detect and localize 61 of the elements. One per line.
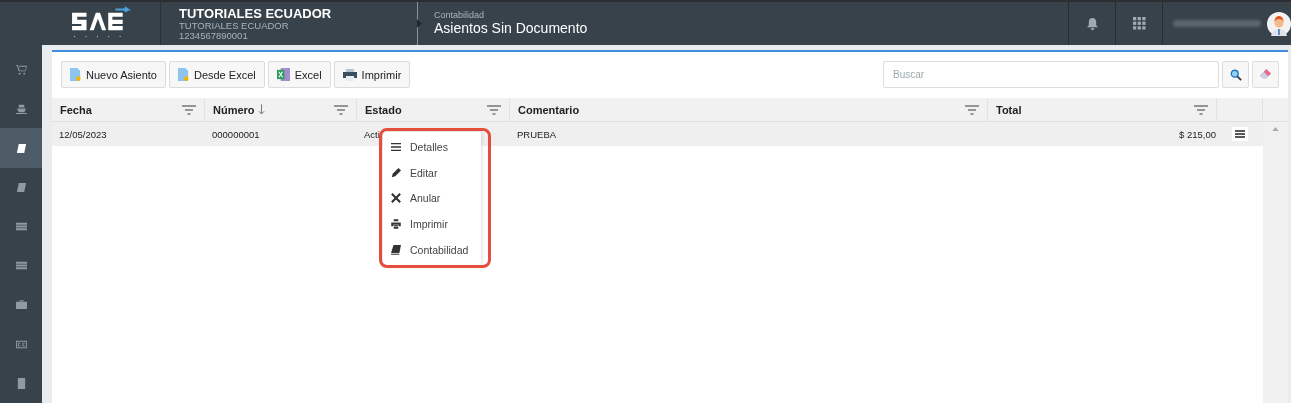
menu-icon xyxy=(1235,130,1245,138)
doc-icon xyxy=(15,377,27,389)
table-cell-text: 000000001 xyxy=(211,127,261,142)
column-header[interactable]: Fecha xyxy=(52,98,205,121)
table-cell-text: Acti xyxy=(363,127,381,142)
column-header[interactable]: Total xyxy=(988,98,1217,121)
filter-icon[interactable] xyxy=(487,104,501,115)
cart-icon xyxy=(15,64,27,76)
row-menu-button[interactable] xyxy=(1232,127,1248,141)
column-header[interactable]: Estado xyxy=(357,98,510,121)
table-cell-text: 12/05/2023 xyxy=(58,127,108,142)
search-button[interactable] xyxy=(1222,61,1249,88)
scroll-up-icon[interactable] xyxy=(1272,127,1279,131)
toolbar-button[interactable]: Excel xyxy=(267,61,331,88)
search-field[interactable]: Buscar xyxy=(883,61,1219,88)
printer-icon xyxy=(342,68,357,81)
pencil-icon xyxy=(391,167,401,178)
book-icon xyxy=(15,142,27,154)
filter-icon[interactable] xyxy=(1194,104,1208,115)
menu-item[interactable]: Imprimir xyxy=(383,211,481,238)
clear-button[interactable] xyxy=(1252,61,1279,88)
bell-icon xyxy=(1085,17,1099,30)
menu-item[interactable]: Anular xyxy=(383,185,481,212)
table-cell-text: $ 215,00 xyxy=(1178,127,1217,142)
company-ruc: 1234567890001 xyxy=(179,30,249,40)
sidebar-item[interactable] xyxy=(0,128,42,168)
avatar-icon[interactable] xyxy=(1267,11,1291,36)
menu-item[interactable]: Detalles xyxy=(383,134,481,160)
ship-icon xyxy=(15,103,27,115)
close-icon xyxy=(391,193,401,204)
list-icon xyxy=(391,141,401,152)
briefcase-icon xyxy=(15,299,27,311)
filter-icon[interactable] xyxy=(334,104,348,115)
list-icon xyxy=(15,221,27,232)
toolbar-button[interactable]: Nuevo Asiento xyxy=(61,61,166,88)
page-title: Asientos Sin Documento xyxy=(434,20,588,37)
company-name: TUTORIALES ECUADOR xyxy=(179,7,333,20)
toolbar-button[interactable]: Desde Excel xyxy=(168,61,265,88)
table-cell-text: PRUEBA xyxy=(516,127,558,142)
book-icon xyxy=(15,181,27,193)
spreadsheet-icon xyxy=(276,68,290,81)
toolbar-button[interactable]: Imprimir xyxy=(333,61,411,88)
eraser-icon xyxy=(1259,68,1272,81)
list-icon xyxy=(15,260,27,272)
filter-icon[interactable] xyxy=(182,104,196,115)
column-header[interactable]: Número xyxy=(205,98,357,121)
cc-icon xyxy=(15,338,27,350)
document-icon xyxy=(70,68,81,81)
search-icon xyxy=(1229,68,1242,81)
scrollbar[interactable] xyxy=(1263,122,1288,403)
printer-icon xyxy=(391,219,401,230)
grid-icon xyxy=(1132,17,1146,30)
module-name: Contabilidad xyxy=(434,10,486,21)
menu-item[interactable]: Editar xyxy=(383,159,481,186)
document-icon xyxy=(177,68,189,81)
filter-icon[interactable] xyxy=(965,104,979,115)
company-subtitle: TUTORIALES ECUADOR xyxy=(179,21,290,31)
caret-icon xyxy=(417,19,422,28)
column-header[interactable]: Comentario xyxy=(510,98,988,121)
book-icon xyxy=(391,245,401,256)
menu-item[interactable]: Contabilidad xyxy=(383,237,481,263)
